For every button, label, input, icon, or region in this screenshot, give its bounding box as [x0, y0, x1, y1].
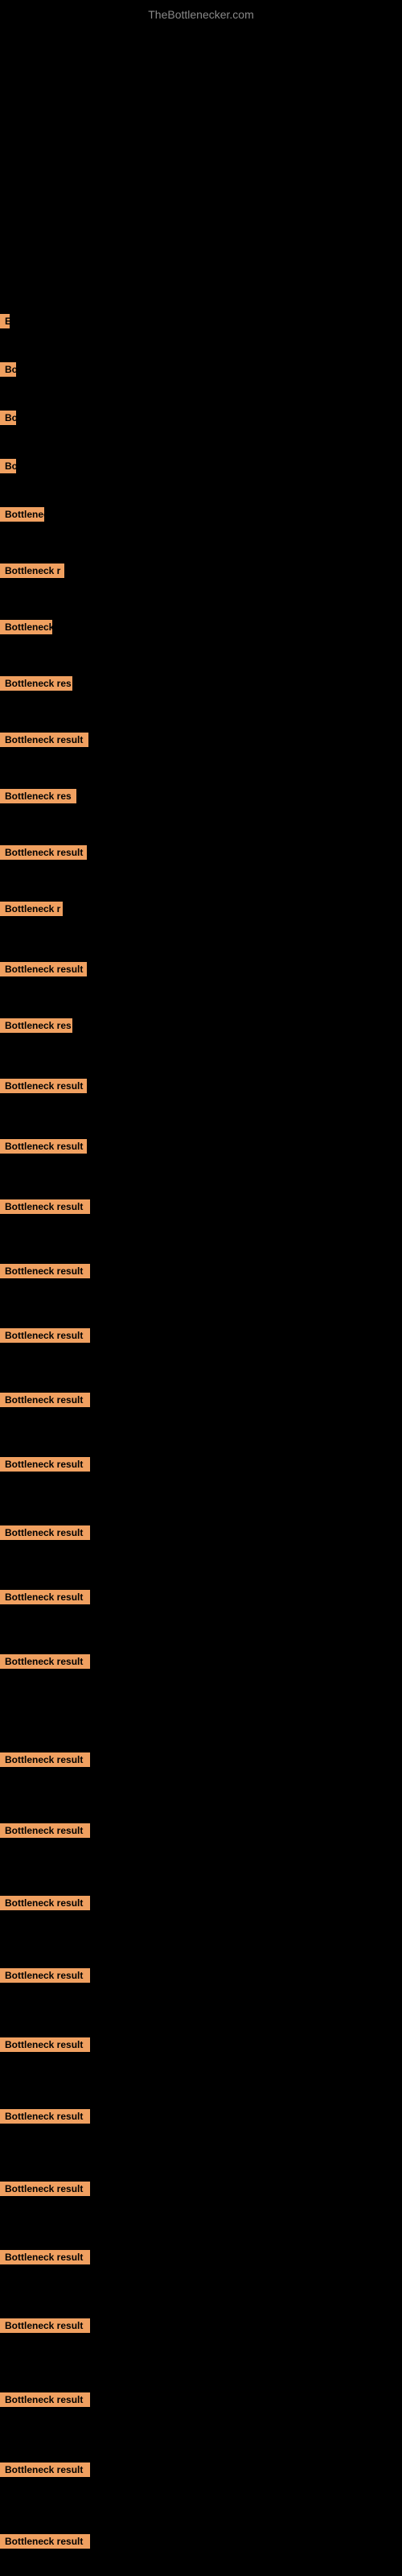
bar-item-33: Bottleneck result [0, 1823, 90, 1842]
bar-label-15: Bottleneck res [0, 676, 72, 691]
bar-item-14: Bottleneck [0, 620, 52, 638]
bar-label-41: Bottleneck result [0, 2392, 90, 2407]
bar-item-19: Bottleneck r [0, 902, 63, 920]
bar-item-30: Bottleneck result [0, 1590, 90, 1608]
bar-item-24: Bottleneck result [0, 1199, 90, 1218]
bar-item-39: Bottleneck result [0, 2250, 90, 2268]
bar-label-29: Bottleneck result [0, 1525, 90, 1540]
bar-label-14: Bottleneck [0, 620, 52, 634]
bar-item-40: Bottleneck result [0, 2318, 90, 2337]
bar-item-43: Bottleneck result [0, 2534, 90, 2553]
bar-item-22: Bottleneck result [0, 1079, 87, 1097]
bar-label-16: Bottleneck result [0, 733, 88, 747]
bar-label-31: Bottleneck result [0, 1654, 90, 1669]
bar-item-41: Bottleneck result [0, 2392, 90, 2411]
bar-item-37: Bottleneck result [0, 2109, 90, 2128]
bar-label-37: Bottleneck result [0, 2109, 90, 2124]
bar-item-16: Bottleneck result [0, 733, 88, 751]
bar-item-26: Bottleneck result [0, 1328, 90, 1347]
bar-label-22: Bottleneck result [0, 1079, 87, 1093]
bar-label-39: Bottleneck result [0, 2250, 90, 2264]
bar-label-21: Bottleneck res [0, 1018, 72, 1033]
bar-item-27: Bottleneck result [0, 1393, 90, 1411]
bar-item-28: Bottleneck result [0, 1457, 90, 1476]
bar-item-42: Bottleneck result [0, 2462, 90, 2481]
bar-label-40: Bottleneck result [0, 2318, 90, 2333]
bar-label-34: Bottleneck result [0, 1896, 90, 1910]
bar-item-21: Bottleneck res [0, 1018, 72, 1037]
bar-item-17: Bottleneck res [0, 789, 76, 807]
bar-item-12: Bottleneck [0, 507, 44, 526]
bar-label-12: Bottleneck [0, 507, 44, 522]
bar-label-35: Bottleneck result [0, 1968, 90, 1983]
bar-item-10: Bo [0, 411, 16, 429]
bar-label-8: E [0, 314, 10, 328]
site-title: TheBottlenecker.com [0, 2, 402, 24]
bar-label-30: Bottleneck result [0, 1590, 90, 1604]
bar-label-23: Bottleneck result [0, 1139, 87, 1154]
bar-label-20: Bottleneck result [0, 962, 87, 976]
bar-label-18: Bottleneck result [0, 845, 87, 860]
bar-label-17: Bottleneck res [0, 789, 76, 803]
bar-item-32: Bottleneck result [0, 1752, 90, 1771]
bar-item-38: Bottleneck result [0, 2182, 90, 2200]
bar-item-18: Bottleneck result [0, 845, 87, 864]
bar-item-25: Bottleneck result [0, 1264, 90, 1282]
bar-item-34: Bottleneck result [0, 1896, 90, 1914]
bar-label-38: Bottleneck result [0, 2182, 90, 2196]
bar-item-8: E [0, 314, 10, 332]
bar-label-13: Bottleneck r [0, 564, 64, 578]
bar-label-32: Bottleneck result [0, 1752, 90, 1767]
bar-label-19: Bottleneck r [0, 902, 63, 916]
bar-item-35: Bottleneck result [0, 1968, 90, 1987]
bar-label-28: Bottleneck result [0, 1457, 90, 1472]
bar-label-27: Bottleneck result [0, 1393, 90, 1407]
bar-label-43: Bottleneck result [0, 2534, 90, 2549]
bar-item-15: Bottleneck res [0, 676, 72, 695]
bar-item-9: Bo [0, 362, 16, 381]
bar-label-24: Bottleneck result [0, 1199, 90, 1214]
bar-label-10: Bo [0, 411, 16, 425]
bar-item-23: Bottleneck result [0, 1139, 87, 1158]
bar-label-33: Bottleneck result [0, 1823, 90, 1838]
bar-item-31: Bottleneck result [0, 1654, 90, 1673]
bar-item-11: Bo [0, 459, 16, 477]
bar-label-36: Bottleneck result [0, 2037, 90, 2052]
bar-item-29: Bottleneck result [0, 1525, 90, 1544]
bar-label-42: Bottleneck result [0, 2462, 90, 2477]
bar-label-9: Bo [0, 362, 16, 377]
bar-label-11: Bo [0, 459, 16, 473]
bar-label-26: Bottleneck result [0, 1328, 90, 1343]
bar-item-36: Bottleneck result [0, 2037, 90, 2056]
bar-label-25: Bottleneck result [0, 1264, 90, 1278]
bar-item-20: Bottleneck result [0, 962, 87, 980]
bar-item-13: Bottleneck r [0, 564, 64, 582]
